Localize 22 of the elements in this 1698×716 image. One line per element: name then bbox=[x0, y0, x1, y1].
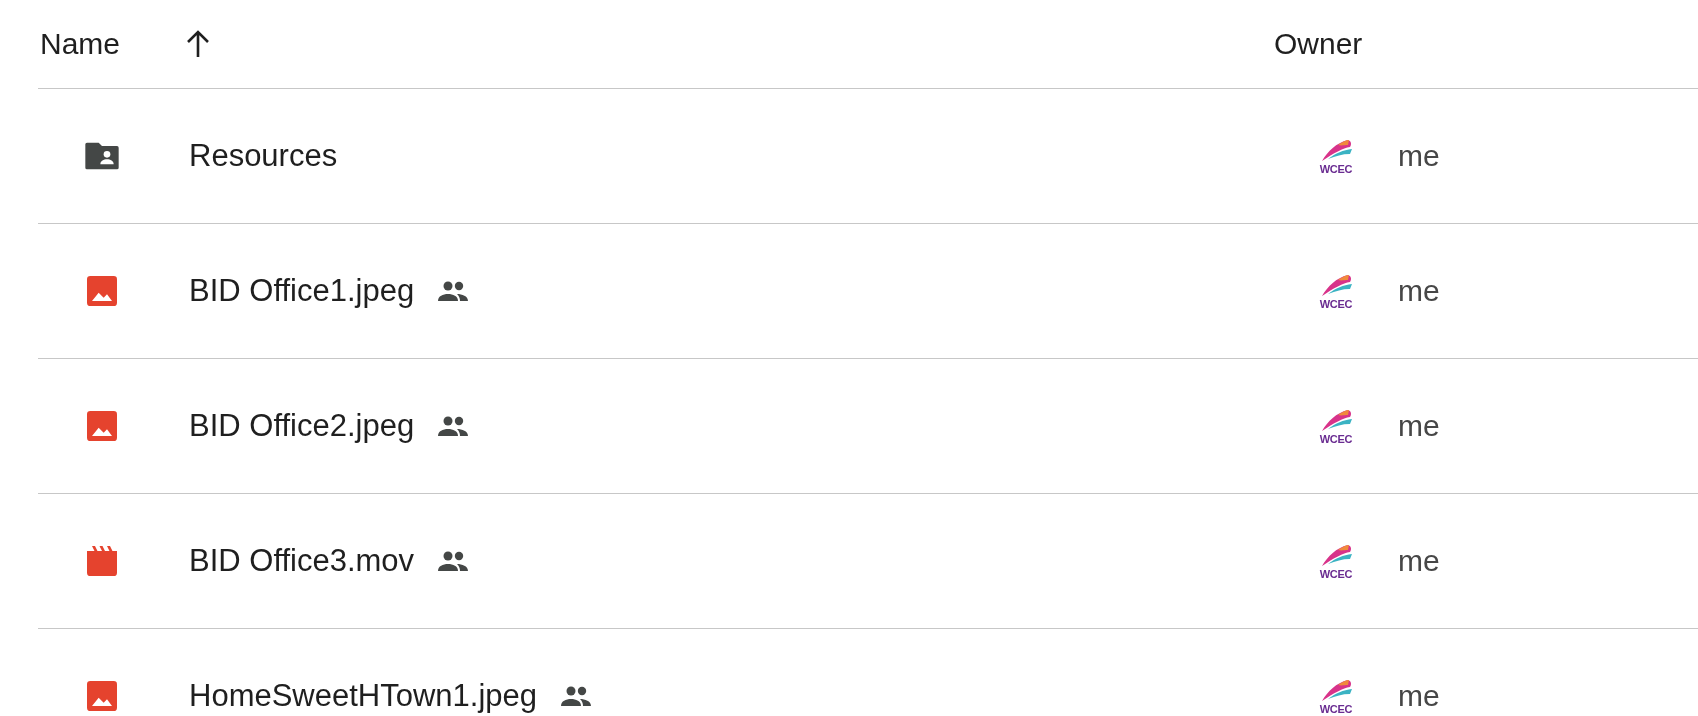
logo-text: WCEC bbox=[1319, 433, 1353, 445]
file-row[interactable]: BID Office1.jpeg WCEC me bbox=[38, 224, 1698, 359]
column-header[interactable]: Name bbox=[38, 27, 121, 61]
file-name[interactable]: HomeSweetHTown1.jpeg bbox=[189, 678, 538, 714]
owner-name: me bbox=[1398, 544, 1440, 578]
owner-name: me bbox=[1398, 274, 1440, 308]
file-name[interactable]: Resources bbox=[189, 138, 338, 174]
file-name[interactable]: BID Office1.jpeg bbox=[189, 273, 415, 309]
file-row[interactable]: BID Office3.mov WCEC me bbox=[38, 494, 1698, 629]
owner-name: me bbox=[1398, 679, 1440, 713]
file-row[interactable]: Resources WCEC me bbox=[38, 89, 1698, 224]
file-row[interactable]: BID Office2.jpeg WCEC me bbox=[38, 359, 1698, 494]
file-name[interactable]: BID Office3.mov bbox=[189, 543, 415, 579]
owner-name: me bbox=[1398, 409, 1440, 443]
owner-name: me bbox=[1398, 139, 1440, 173]
logo-text: WCEC bbox=[1319, 298, 1353, 310]
column-header[interactable]: Owner bbox=[1272, 27, 1363, 61]
logo-text: WCEC bbox=[1319, 703, 1353, 715]
file-row[interactable]: HomeSweetHTown1.jpeg WCEC me bbox=[38, 629, 1698, 716]
logo-text: WCEC bbox=[1319, 163, 1353, 175]
file-name[interactable]: BID Office2.jpeg bbox=[189, 408, 415, 444]
logo-text: WCEC bbox=[1319, 568, 1353, 580]
